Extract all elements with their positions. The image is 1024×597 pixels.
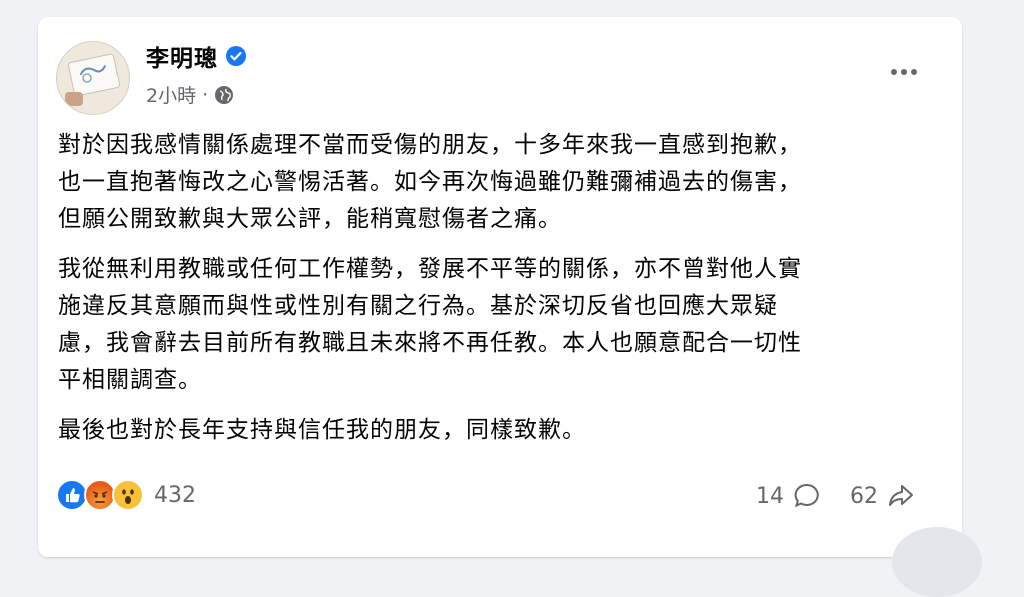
- text-line: 但願公開致歉與大眾公評，能稍寬慰傷者之痛。: [58, 206, 562, 232]
- more-dot: [911, 69, 917, 75]
- paragraph-1: 對於因我感情關係處理不當而受傷的朋友，十多年來我一直感到抱歉， 也一直抱著悔改之…: [58, 127, 948, 238]
- author-name[interactable]: 李明璁: [146, 39, 218, 73]
- shares-count[interactable]: 62: [850, 481, 916, 511]
- post-timestamp[interactable]: 2小時: [146, 81, 196, 108]
- post-footer: 432 14 62: [56, 477, 946, 517]
- engagement-stats: 14 62: [756, 481, 916, 511]
- text-line: 平相關調查。: [58, 367, 202, 393]
- share-icon: [889, 485, 913, 506]
- avatar-image: [57, 42, 129, 114]
- wow-reaction-icon: [112, 479, 144, 511]
- text-line: 施違反其意願而與性或性別有關之行為。基於深切反省也回應大眾疑: [58, 293, 778, 319]
- post-card: 李明璁 2小時 · 對於因我感情關係處理不當而受傷的朋友，十多年來我一直感到抱歉…: [38, 17, 982, 597]
- author-row: 李明璁: [146, 39, 246, 73]
- meta-separator: ·: [202, 83, 209, 106]
- text-line: 我從無利用教職或任何工作權勢，發展不平等的關係，亦不曾對他人實: [58, 256, 802, 282]
- comment-icon: [794, 483, 819, 508]
- comments-count-label: 14: [756, 483, 784, 509]
- more-options-icon[interactable]: [884, 57, 924, 87]
- globe-icon[interactable]: [214, 85, 234, 105]
- post-meta: 2小時 ·: [146, 81, 234, 108]
- reaction-count: 432: [154, 482, 196, 508]
- post-body: 對於因我感情關係處理不當而受傷的朋友，十多年來我一直感到抱歉， 也一直抱著悔改之…: [58, 127, 948, 462]
- more-dot: [901, 69, 907, 75]
- shares-count-label: 62: [850, 483, 878, 509]
- paragraph-3: 最後也對於長年支持與信任我的朋友，同樣致歉。: [58, 412, 948, 449]
- text-line: 也一直抱著悔改之心警惕活著。如今再次悔過雖仍難彌補過去的傷害，: [58, 169, 802, 195]
- comments-count[interactable]: 14: [756, 481, 822, 511]
- text-line: 慮，我會辭去目前所有教職且未來將不再任教。本人也願意配合一切性: [58, 330, 802, 356]
- avatar[interactable]: [56, 41, 130, 115]
- more-dot: [891, 69, 897, 75]
- reactions-summary[interactable]: 432: [56, 479, 196, 511]
- text-line: 對於因我感情關係處理不當而受傷的朋友，十多年來我一直感到抱歉，: [58, 132, 802, 158]
- paragraph-2: 我從無利用教職或任何工作權勢，發展不平等的關係，亦不曾對他人實 施違反其意願而與…: [58, 251, 948, 399]
- verified-badge-icon: [226, 46, 246, 66]
- text-line: 最後也對於長年支持與信任我的朋友，同樣致歉。: [58, 417, 586, 443]
